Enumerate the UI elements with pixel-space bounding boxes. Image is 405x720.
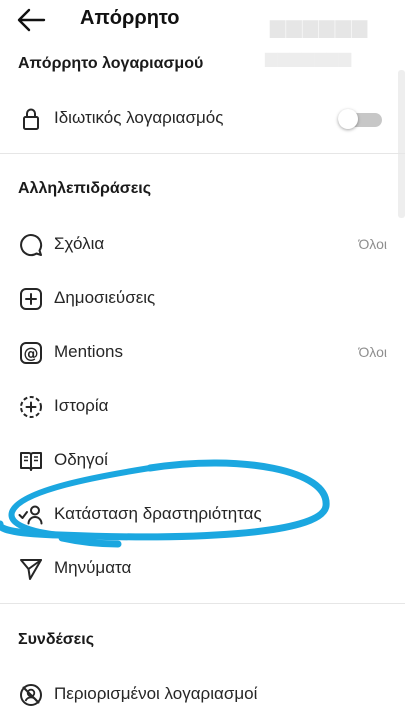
- scrollbar[interactable]: [398, 70, 405, 218]
- interaction-value: Όλοι: [358, 236, 387, 252]
- section-title-account-privacy: Απόρρητο λογαριασμού: [18, 55, 204, 72]
- interaction-row-mentions[interactable]: @ Mentions Όλοι: [0, 330, 405, 374]
- interaction-label: Δημοσιεύσεις: [54, 288, 156, 307]
- section-title-interactions: Αλληλεπιδράσεις: [18, 180, 152, 197]
- at-sign-icon: @: [18, 340, 44, 366]
- restricted-icon: [18, 682, 44, 708]
- interaction-label: Mentions: [54, 342, 123, 361]
- toggle-knob: [338, 109, 358, 129]
- divider: [0, 603, 405, 604]
- interaction-row-messages[interactable]: Μηνύματα: [0, 546, 405, 590]
- divider: [0, 153, 405, 154]
- background-ghost-text: ▆▆▆▆▆▆▆: [265, 50, 352, 67]
- back-button[interactable]: [14, 6, 48, 34]
- comment-icon: [18, 232, 44, 258]
- interaction-row-comments[interactable]: Σχόλια Όλοι: [0, 222, 405, 266]
- interaction-label: Κατάσταση δραστηριότητας: [54, 504, 262, 523]
- arrow-left-icon: [17, 8, 46, 32]
- private-account-label: Ιδιωτικός λογαριασμός: [54, 108, 224, 127]
- send-icon: [18, 556, 44, 582]
- connections-row-restricted-accounts[interactable]: Περιορισμένοι λογαριασμοί: [0, 672, 405, 716]
- interaction-label: Σχόλια: [54, 234, 105, 253]
- private-account-toggle[interactable]: [338, 109, 382, 129]
- interaction-label: Οδηγοί: [54, 450, 108, 469]
- interaction-value: Όλοι: [358, 344, 387, 360]
- activity-status-icon: [18, 502, 44, 528]
- interaction-label: Ιστορία: [54, 396, 109, 415]
- section-title-connections: Συνδέσεις: [18, 631, 95, 648]
- svg-text:@: @: [24, 345, 39, 363]
- background-ghost-text: ▆▆▆▆▆▆: [270, 16, 369, 38]
- interaction-label: Μηνύματα: [54, 558, 132, 577]
- add-post-icon: [18, 286, 44, 312]
- guides-icon: [18, 448, 44, 474]
- story-icon: [18, 394, 44, 420]
- restricted-accounts-label: Περιορισμένοι λογαριασμοί: [54, 684, 258, 703]
- interaction-row-story[interactable]: Ιστορία: [0, 384, 405, 428]
- interaction-row-activity-status[interactable]: Κατάσταση δραστηριότητας: [0, 492, 405, 536]
- page-title: Απόρρητο: [80, 7, 180, 29]
- lock-icon: [18, 106, 44, 132]
- interaction-row-guides[interactable]: Οδηγοί: [0, 438, 405, 482]
- interaction-row-posts[interactable]: Δημοσιεύσεις: [0, 276, 405, 320]
